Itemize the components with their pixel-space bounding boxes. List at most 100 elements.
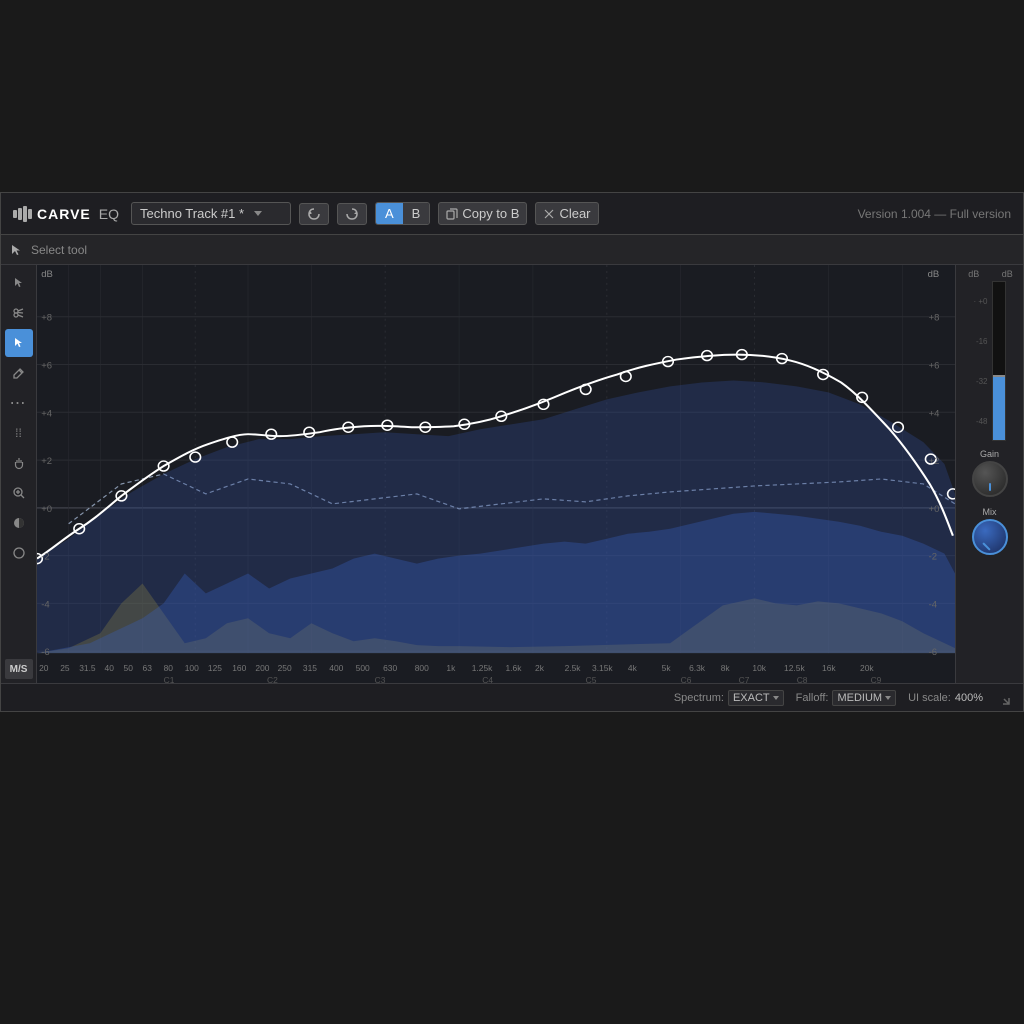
svg-text:-6: -6: [929, 647, 937, 657]
svg-text:12.5k: 12.5k: [784, 664, 806, 673]
falloff-arrow-icon: [885, 696, 891, 700]
svg-text:+6: +6: [41, 361, 52, 371]
spectrum-dropdown[interactable]: EXACT: [728, 690, 784, 706]
toolbar: Select tool: [1, 235, 1023, 265]
right-panel: dB dB · +0 -16 -32 -48 Gain: [955, 265, 1023, 683]
header: CARVE EQ Techno Track #1 * A B Copy to B…: [1, 193, 1023, 235]
tool-dots-dense[interactable]: ⁞⁞: [5, 419, 33, 447]
svg-text:80: 80: [164, 664, 174, 673]
svg-text:5k: 5k: [662, 664, 672, 673]
svg-text:-2: -2: [929, 552, 937, 562]
ab-a-button[interactable]: A: [376, 203, 403, 224]
svg-text:500: 500: [356, 664, 371, 673]
tool-circle[interactable]: [5, 539, 33, 567]
db-label-right: dB: [1002, 269, 1013, 279]
svg-text:2k: 2k: [535, 664, 545, 673]
svg-text:C9: C9: [871, 676, 882, 683]
db-label-left: dB: [968, 269, 979, 279]
ms-toggle[interactable]: M/S: [5, 659, 33, 679]
svg-text:250: 250: [278, 664, 293, 673]
svg-text:4k: 4k: [628, 664, 638, 673]
ui-scale-label: UI scale:: [908, 692, 951, 704]
mix-knob[interactable]: [972, 519, 1008, 555]
ui-scale-value: 400%: [955, 692, 983, 704]
svg-text:400: 400: [329, 664, 344, 673]
svg-text:+6: +6: [929, 361, 940, 371]
eq-display[interactable]: +8 +6 +4 +2 +0 -2 -4 -6 +8 +6 +4 +2 +0 -…: [37, 265, 955, 683]
svg-text:C5: C5: [586, 676, 597, 683]
mix-label: Mix: [983, 507, 997, 517]
dropdown-arrow-icon: [254, 211, 262, 216]
tool-hint: Select tool: [31, 243, 87, 257]
tool-hand[interactable]: [5, 449, 33, 477]
tool-pencil[interactable]: [5, 359, 33, 387]
ab-b-button[interactable]: B: [403, 203, 430, 224]
tool-scissor[interactable]: [5, 299, 33, 327]
svg-text:+2: +2: [929, 456, 940, 466]
svg-text:C6: C6: [681, 676, 692, 683]
svg-text:-4: -4: [929, 600, 937, 610]
eq-svg: +8 +6 +4 +2 +0 -2 -4 -6 +8 +6 +4 +2 +0 -…: [37, 265, 955, 683]
svg-text:1.6k: 1.6k: [505, 664, 522, 673]
svg-text:31.5: 31.5: [79, 664, 96, 673]
svg-text:-6: -6: [41, 647, 49, 657]
svg-text:C4: C4: [482, 676, 493, 683]
preset-dropdown[interactable]: Techno Track #1 *: [131, 202, 291, 225]
undo-button[interactable]: [299, 203, 329, 225]
status-bar: Spectrum: EXACT Falloff: MEDIUM UI scale…: [1, 683, 1023, 711]
svg-text:+2: +2: [41, 456, 52, 466]
svg-text:50: 50: [124, 664, 134, 673]
logo-text-eq: EQ: [99, 206, 119, 222]
svg-text:16k: 16k: [822, 664, 837, 673]
svg-text:10k: 10k: [752, 664, 767, 673]
svg-text:20k: 20k: [860, 664, 875, 673]
svg-text:C1: C1: [164, 676, 175, 683]
version-label: Version 1.004 — Full version: [858, 207, 1011, 221]
left-toolbar: ⋯ ⁞⁞ M/S: [1, 265, 37, 683]
resize-icon[interactable]: [995, 690, 1011, 706]
spectrum-arrow-icon: [773, 696, 779, 700]
svg-text:315: 315: [303, 664, 318, 673]
falloff-label: Falloff:: [796, 692, 829, 704]
plugin-window: CARVE EQ Techno Track #1 * A B Copy to B…: [0, 192, 1024, 712]
svg-text:25: 25: [60, 664, 70, 673]
svg-text:8k: 8k: [721, 664, 731, 673]
svg-text:125: 125: [208, 664, 223, 673]
svg-text:dB: dB: [41, 269, 53, 279]
svg-text:C7: C7: [739, 676, 750, 683]
svg-text:630: 630: [383, 664, 398, 673]
tool-phase[interactable]: [5, 509, 33, 537]
svg-text:+0: +0: [41, 504, 52, 514]
svg-text:C3: C3: [375, 676, 386, 683]
select-tool-icon: [9, 243, 23, 257]
spectrum-value: EXACT: [733, 692, 770, 704]
svg-text:-4: -4: [41, 600, 49, 610]
svg-text:+0: +0: [929, 504, 940, 514]
svg-text:+8: +8: [929, 313, 940, 323]
svg-text:1k: 1k: [446, 664, 456, 673]
copy-to-b-button[interactable]: Copy to B: [438, 202, 527, 225]
svg-text:200: 200: [255, 664, 270, 673]
svg-text:-2: -2: [41, 552, 49, 562]
tool-dots-sparse[interactable]: ⋯: [5, 389, 33, 417]
logo: CARVE EQ: [13, 204, 119, 224]
logo-text-carve: CARVE: [37, 206, 91, 222]
clear-button[interactable]: Clear: [535, 202, 598, 225]
tool-select[interactable]: [5, 329, 33, 357]
falloff-value: MEDIUM: [837, 692, 882, 704]
svg-text:40: 40: [105, 664, 115, 673]
svg-text:20: 20: [39, 664, 49, 673]
logo-icon: [13, 204, 33, 224]
level-meter: [992, 281, 1006, 441]
falloff-dropdown[interactable]: MEDIUM: [832, 690, 896, 706]
gain-knob[interactable]: [972, 461, 1008, 497]
svg-text:+4: +4: [41, 409, 52, 419]
spectrum-item: Spectrum: EXACT: [674, 690, 784, 706]
redo-button[interactable]: [337, 203, 367, 225]
svg-text:3.15k: 3.15k: [592, 664, 614, 673]
tool-pointer[interactable]: [5, 269, 33, 297]
ui-scale-item: UI scale: 400%: [908, 692, 983, 704]
spectrum-label: Spectrum:: [674, 692, 724, 704]
tool-zoom[interactable]: [5, 479, 33, 507]
svg-text:dB: dB: [928, 269, 940, 279]
